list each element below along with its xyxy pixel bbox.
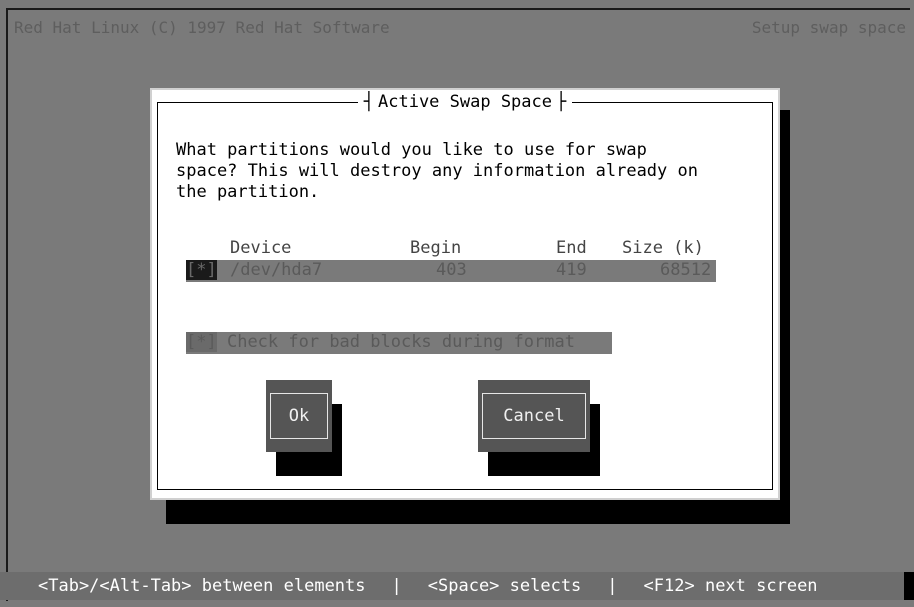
cell-end: 419 [556, 260, 587, 280]
hint-f12: <F12> next screen [643, 576, 818, 596]
swap-question-text: What partitions would you like to use fo… [176, 140, 698, 202]
swap-dialog: Active Swap Space What partitions would … [150, 88, 780, 500]
badblocks-checkbox-row[interactable]: [*] Check for bad blocks during format [186, 332, 612, 354]
ok-button[interactable]: Ok [266, 380, 332, 452]
table-header: Device Begin End Size (k) [186, 238, 716, 260]
column-end: End [556, 238, 587, 258]
cancel-button-label: Cancel [482, 393, 586, 439]
dialog-title-text: Active Swap Space [357, 92, 573, 112]
badblocks-checkbox[interactable]: [*] [186, 332, 217, 352]
status-bar: <Tab>/<Alt-Tab> between elements | <Space>… [0, 572, 914, 600]
statusbar-end-block [904, 572, 914, 600]
hint-tab: <Tab>/<Alt-Tab> between elements [38, 576, 366, 596]
cell-device: /dev/hda7 [230, 260, 323, 280]
separator: | [607, 576, 618, 596]
table-row[interactable]: [*] /dev/hda7 403 419 68512 [186, 260, 716, 282]
partition-table: Device Begin End Size (k) [*] /dev/hda7 … [186, 238, 716, 282]
ok-button-label: Ok [270, 393, 328, 439]
header-right-text: Setup swap space [751, 18, 906, 37]
cell-begin: 403 [436, 260, 467, 280]
cell-size: 68512 [660, 260, 712, 280]
hint-space: <Space> selects [427, 576, 582, 596]
dialog-title: Active Swap Space [152, 92, 778, 112]
column-device: Device [230, 238, 292, 258]
badblocks-label: Check for bad blocks during format [226, 332, 575, 352]
column-size: Size (k) [622, 238, 704, 258]
partition-checkbox[interactable]: [*] [186, 260, 217, 280]
separator: | [391, 576, 402, 596]
header-left-text: Red Hat Linux (C) 1997 Red Hat Software [14, 18, 390, 37]
cancel-button[interactable]: Cancel [478, 380, 590, 452]
column-begin: Begin [410, 238, 462, 258]
